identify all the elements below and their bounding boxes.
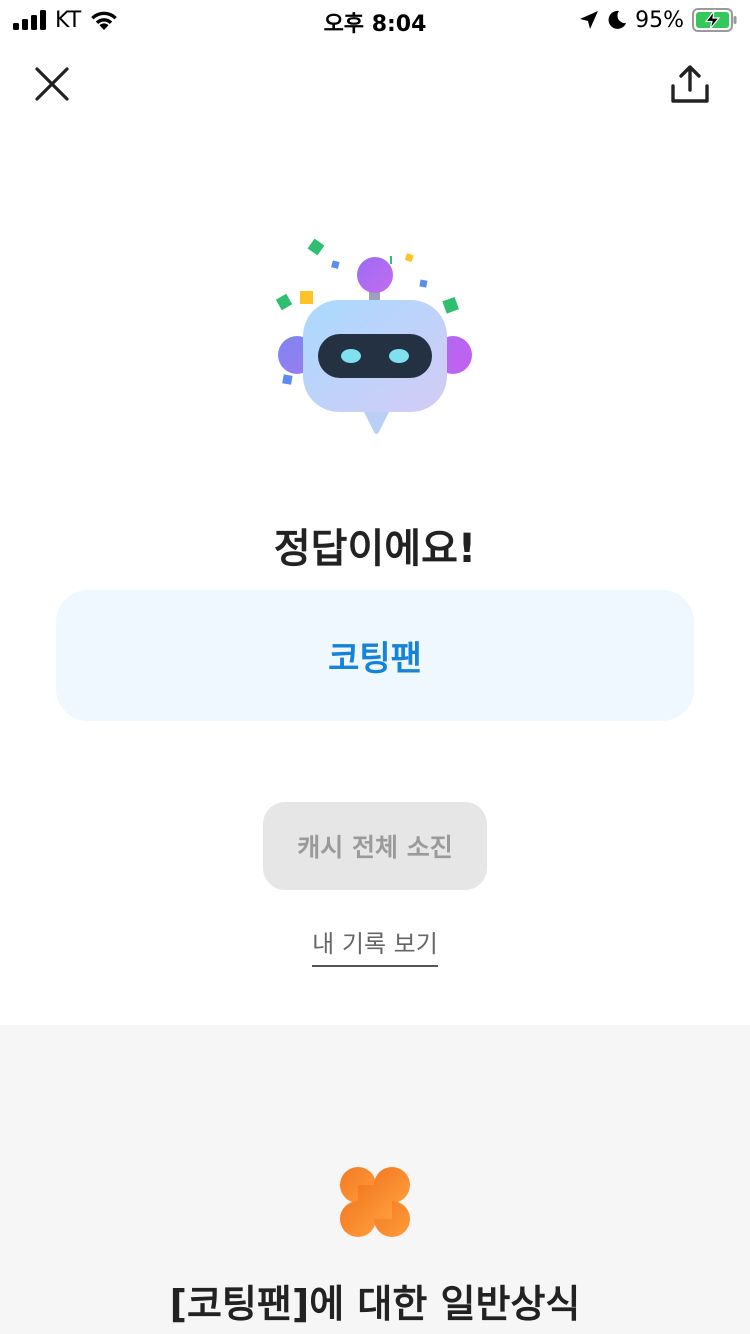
- status-bar: KT 오후 8:04 95%: [0, 0, 750, 40]
- answer-card: 코팅팬: [56, 590, 694, 721]
- trivia-section: [코팅팬]에 대한 일반상식: [0, 1025, 750, 1334]
- close-icon: [35, 67, 69, 101]
- moon-icon: [608, 10, 627, 29]
- answer-text: 코팅팬: [328, 639, 422, 679]
- trivia-title: [코팅팬]에 대한 일반상식: [169, 1282, 581, 1326]
- battery-percent: 95%: [635, 7, 684, 33]
- record-link-container: 내 기록 보기: [0, 924, 750, 967]
- robot-illustration: [275, 238, 472, 434]
- close-button[interactable]: [30, 62, 74, 106]
- cash-exhausted-button[interactable]: 캐시 전체 소진: [263, 802, 487, 890]
- battery-charging-icon: [692, 8, 737, 32]
- location-icon: [580, 11, 599, 29]
- share-button[interactable]: [668, 62, 712, 106]
- view-my-record-link[interactable]: 내 기록 보기: [312, 924, 438, 967]
- clover-icon: [340, 1167, 410, 1237]
- quiz-result-screen: KT 오후 8:04 95% 정답이에요! 코팅팬 캐시 전체 소진 내 기록 …: [0, 0, 750, 1334]
- result-title: 정답이에요!: [273, 526, 477, 572]
- status-right: 95%: [579, 6, 738, 34]
- share-icon: [671, 65, 709, 103]
